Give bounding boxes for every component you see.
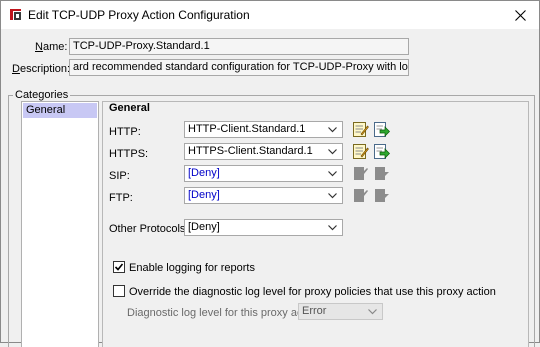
http-action-select[interactable]: HTTP-Client.Standard.1 xyxy=(184,121,343,138)
http-label: HTTP: xyxy=(109,126,141,138)
description-label: Description: xyxy=(12,63,71,75)
chevron-down-icon xyxy=(328,193,337,199)
ftp-action-value: [Deny] xyxy=(188,189,220,201)
ftp-clone-icon xyxy=(375,189,389,202)
chevron-down-icon xyxy=(328,149,337,155)
general-section-title: General xyxy=(109,102,150,114)
sip-edit-icon xyxy=(354,167,368,180)
sip-label: SIP: xyxy=(109,170,130,182)
override-diagnostic-label: Override the diagnostic log level for pr… xyxy=(129,286,496,298)
http-clone-icon[interactable] xyxy=(373,121,390,138)
ftp-action-select[interactable]: [Deny] xyxy=(184,187,343,204)
https-action-select[interactable]: HTTPS-Client.Standard.1 xyxy=(184,143,343,160)
chevron-down-icon xyxy=(368,309,377,315)
dialog-window: Edit TCP-UDP Proxy Action Configuration … xyxy=(0,0,540,347)
https-edit-icon[interactable] xyxy=(352,143,369,160)
window-title: Edit TCP-UDP Proxy Action Configuration xyxy=(28,8,250,22)
sip-action-value: [Deny] xyxy=(188,167,220,179)
title-bar: Edit TCP-UDP Proxy Action Configuration xyxy=(1,1,539,29)
http-edit-icon[interactable] xyxy=(352,121,369,138)
other-protocols-value: [Deny] xyxy=(188,221,220,233)
chevron-down-icon xyxy=(328,127,337,133)
other-protocols-label: Other Protocols: xyxy=(109,223,189,235)
ftp-label: FTP: xyxy=(109,192,133,204)
http-action-value: HTTP-Client.Standard.1 xyxy=(188,123,306,135)
categories-group-title: Categories xyxy=(13,89,71,101)
other-protocols-select[interactable]: [Deny] xyxy=(184,219,343,236)
close-icon xyxy=(514,9,526,21)
category-item-general[interactable]: General xyxy=(23,103,97,118)
chevron-down-icon xyxy=(328,225,337,231)
sip-clone-icon xyxy=(375,167,389,180)
sip-action-select[interactable]: [Deny] xyxy=(184,165,343,182)
name-label: Name: xyxy=(35,41,68,53)
name-field[interactable]: TCP-UDP-Proxy.Standard.1 xyxy=(69,38,409,55)
diagnostic-level-select[interactable]: Error xyxy=(298,303,383,320)
https-clone-icon[interactable] xyxy=(373,143,390,160)
https-label: HTTPS: xyxy=(109,148,149,160)
chevron-down-icon xyxy=(328,171,337,177)
diagnostic-level-label: Diagnostic log level for this proxy acti… xyxy=(127,307,321,319)
enable-logging-checkbox[interactable] xyxy=(113,261,125,273)
override-diagnostic-checkbox[interactable] xyxy=(113,285,125,297)
https-action-value: HTTPS-Client.Standard.1 xyxy=(188,145,313,157)
diagnostic-level-value: Error xyxy=(302,305,327,317)
enable-logging-label: Enable logging for reports xyxy=(129,262,255,274)
app-icon xyxy=(9,8,22,21)
close-button[interactable] xyxy=(507,3,533,27)
categories-list: General xyxy=(21,101,99,347)
description-field[interactable]: ard recommended standard configuration f… xyxy=(69,59,409,76)
checkmark-icon xyxy=(114,263,124,271)
ftp-edit-icon xyxy=(354,189,368,202)
